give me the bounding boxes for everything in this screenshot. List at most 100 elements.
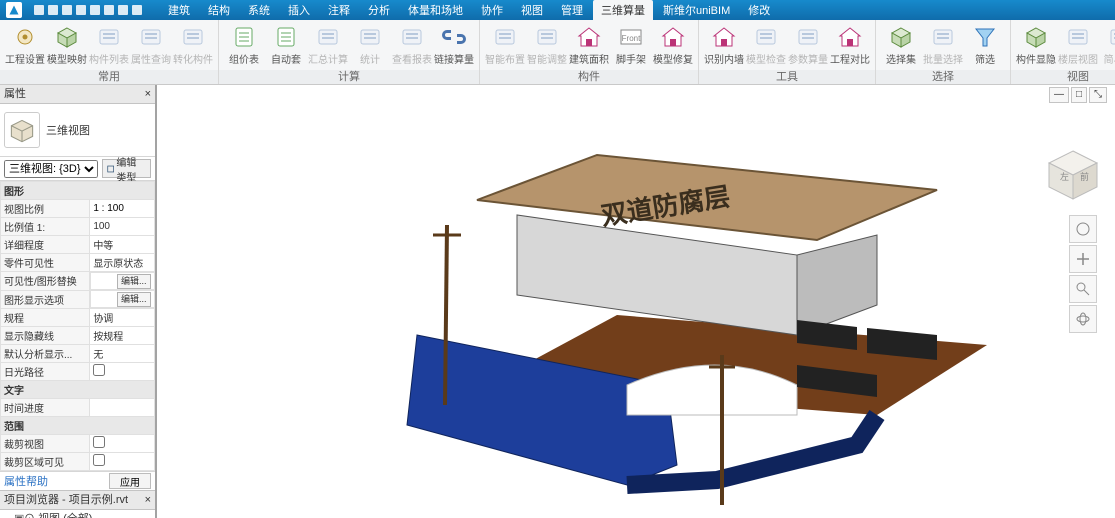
menu-tab-4[interactable]: 注释 [320,0,358,20]
menu-tab-1[interactable]: 结构 [200,0,238,20]
prop-value[interactable]: 100 [90,218,155,236]
ribbon-label: 脚手架 [616,51,646,66]
svg-text:前: 前 [1080,171,1089,182]
model-check-icon [753,24,779,50]
properties-close-icon[interactable]: × [145,85,151,103]
prop-value[interactable] [90,399,155,417]
ribbon-filter[interactable]: 筛选 [964,22,1006,70]
ribbon-group-label: 常用 [0,70,218,84]
smart-arrange-icon [492,24,518,50]
prop-group-header: 文字 [1,381,155,399]
report-icon [399,24,425,50]
prop-edit-button[interactable]: 编辑... [117,292,151,307]
ribbon-group-tools: 识别内墙模型检查参数算量工程对比 工具 [699,20,876,84]
ribbon-chain-calc[interactable]: 链接算量 [433,22,475,70]
nav-orbit-icon[interactable] [1069,305,1097,333]
prop-value[interactable]: 显示原状态 [90,254,155,272]
browser-close-icon[interactable]: × [145,491,151,509]
property-grid[interactable]: 图形视图比例比例值 1:100详细程度中等零件可见性显示原状态可见性/图形替换编… [0,181,155,471]
prop-value[interactable] [90,435,155,453]
menu-tab-9[interactable]: 管理 [553,0,591,20]
prop-value[interactable]: 编辑... [90,290,154,308]
type-selector-row: 三维视图: {3D} 编辑类型 [0,157,155,181]
prop-input[interactable] [93,203,151,214]
prop-value[interactable]: 编辑... [90,272,154,290]
menu-tab-0[interactable]: 建筑 [160,0,198,20]
ribbon-label: 建筑面积 [569,51,609,66]
ribbon-model-fix[interactable]: 模型修复 [652,22,694,70]
ribbon-build-area[interactable]: 建筑面积 [568,22,610,70]
ribbon-model-map[interactable]: 模型映射 [46,22,88,70]
ribbon-batch-sel: 批量选择 [922,22,964,70]
type-preview-icon [4,112,40,148]
ribbon-label: 模型映射 [47,51,87,66]
prop-value[interactable]: 协调 [90,309,155,327]
prop-checkbox[interactable] [93,436,105,448]
edit-type-button[interactable]: 编辑类型 [102,159,151,178]
ribbon-group-calc: 组价表自动套汇总计算统计查看报表链接算量 计算 [219,20,480,84]
project-browser[interactable]: ▣⊙ 视图 (全部) ⊟楼层平面 —-10.679—-13.306—一道防腐层—… [0,510,155,518]
ribbon-scaffold[interactable]: Front 脚手架 [610,22,652,70]
nav-wheel-icon[interactable] [1069,215,1097,243]
menu-tab-8[interactable]: 视图 [513,0,551,20]
type-header: 三维视图 [0,104,155,157]
prop-key: 规程 [1,309,90,327]
navigation-bar[interactable] [1069,215,1095,335]
prop-checkbox[interactable] [93,364,105,376]
ribbon-sel-set[interactable]: 选择集 [880,22,922,70]
quick-access-toolbar[interactable] [34,5,142,15]
prop-value[interactable] [90,363,155,381]
type-selector[interactable]: 三维视图: {3D} [4,160,98,178]
ribbon-label: 智能布置 [485,51,525,66]
auto-rule-icon [273,24,299,50]
ribbon-auto-rule[interactable]: 自动套 [265,22,307,70]
prop-group-header: 范围 [1,417,155,435]
ribbon-price-list[interactable]: 组价表 [223,22,265,70]
type-name: 三维视图 [46,122,90,138]
prop-value[interactable]: 中等 [90,236,155,254]
prop-value[interactable] [90,200,155,218]
apply-button[interactable]: 应用 [109,473,151,489]
ribbon-proj-compare[interactable]: 工程对比 [829,22,871,70]
menu-tab-6[interactable]: 体量和场地 [400,0,471,20]
ribbon-label: 选择集 [886,51,916,66]
smart-adjust-icon [534,24,560,50]
menu-tab-2[interactable]: 系统 [240,0,278,20]
ribbon-group-label: 构件 [480,70,698,84]
menu-tab-3[interactable]: 插入 [280,0,318,20]
menu-tab-7[interactable]: 协作 [473,0,511,20]
ribbon-label: 链接算量 [434,51,474,66]
menu-tab-10[interactable]: 三维算量 [593,0,653,20]
ribbon-prop-query: 属性查询 [130,22,172,70]
ribbon-label: 楼层视图 [1058,51,1098,66]
prop-key: 显示隐藏线 [1,327,90,345]
browser-title-text: 项目浏览器 - 项目示例.rvt [4,491,128,509]
prop-value[interactable]: 按规程 [90,327,155,345]
view-cube[interactable]: 左 前 [1043,145,1103,205]
prop-checkbox[interactable] [93,454,105,466]
svg-text:Front: Front [622,34,641,43]
ribbon-comp-show[interactable]: 构件显隐 [1015,22,1057,70]
nav-pan-icon[interactable] [1069,245,1097,273]
menu-tab-5[interactable]: 分析 [360,0,398,20]
prop-value[interactable]: 无 [90,345,155,363]
prop-value[interactable] [90,453,155,471]
svg-text:左: 左 [1060,171,1069,182]
ribbon-summary-calc: 汇总计算 [307,22,349,70]
nav-zoom-icon[interactable] [1069,275,1097,303]
tree-root[interactable]: 视图 (全部) [38,513,92,518]
ribbon-identify[interactable]: 识别内墙 [703,22,745,70]
ribbon-label: 构件显隐 [1016,51,1056,66]
viewport[interactable]: — □ ⤡ 双道防腐层 [157,85,1115,518]
ribbon-label: 简易3D [1104,51,1115,66]
scaffold-icon: Front [618,24,644,50]
menu-tab-11[interactable]: 斯维尔uniBIM [655,0,738,20]
prop-key: 比例值 1: [1,218,90,236]
model-view[interactable]: 双道防腐层 [157,85,1115,518]
comp-list-icon [96,24,122,50]
ribbon-proj-set[interactable]: 工程设置 [4,22,46,70]
properties-help-link[interactable]: 属性帮助 [4,473,48,489]
menu-tab-12[interactable]: 修改 [740,0,778,20]
prop-edit-button[interactable]: 编辑... [117,274,151,289]
filter-icon [972,24,998,50]
